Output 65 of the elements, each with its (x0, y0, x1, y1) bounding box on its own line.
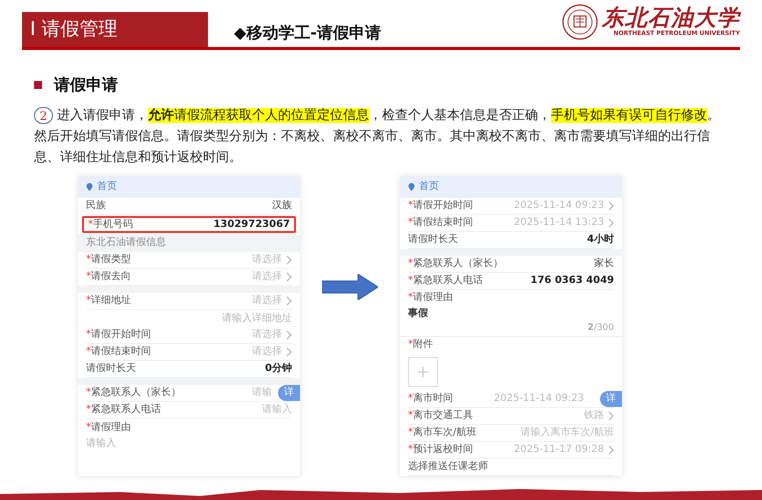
location-pin-icon (86, 183, 93, 191)
field-label: 民族 (86, 201, 106, 211)
field-placeholder[interactable]: 请选择 (252, 330, 282, 340)
field-placeholder[interactable]: 请选择 (252, 272, 282, 282)
chevron-right-icon (286, 296, 292, 306)
right-arrow-icon (322, 274, 378, 300)
field-placeholder[interactable]: 请选择 (252, 296, 282, 306)
field-placeholder[interactable]: 请输 (252, 388, 272, 398)
square-bullet-icon (34, 81, 42, 89)
section-label: 东北石油请假信息 (86, 238, 166, 248)
university-name: 东北石油大学 (602, 7, 740, 29)
floating-detail-button[interactable]: 详 (600, 391, 622, 407)
nav-title[interactable]: 首页 (419, 182, 439, 192)
instruction-paragraph: 2 进入请假申请，允许请假流程获取个人的位置定位信息，检查个人基本信息是否正确，手机号如果有误可自行修改。然后开始填写请假信息。请假类型分别为：不离校、离校不离市、离市。其中离校不离市、离市需要填写详细的出行信息、详细住址信息和预计返校时间。 (34, 106, 721, 167)
field-label: *请假理由 (408, 293, 453, 304)
field-placeholder[interactable]: 2025-11-14 13:23 (514, 218, 604, 228)
field-value: 家长 (594, 258, 614, 269)
input-field[interactable]: 请输入详细地址 (222, 314, 292, 324)
nav-title[interactable]: 首页 (97, 182, 117, 192)
field-value: 4小时 (587, 235, 614, 245)
field-value: 176 0363 4049 (530, 276, 614, 286)
field-value: 汉族 (272, 201, 292, 211)
field-placeholder[interactable]: 2025-11-17 09:28 (514, 445, 604, 455)
field-placeholder[interactable]: 请选择 (252, 255, 282, 265)
field-label: *紧急联系人（家长） (408, 258, 503, 269)
section-heading: 请假申请 (54, 77, 118, 93)
field-label: *紧急联系人（家长） (86, 388, 181, 398)
chevron-right-icon (608, 411, 614, 421)
field-placeholder[interactable]: 铁路 (584, 411, 604, 421)
field-label: *请假理由 (86, 422, 131, 432)
reason-text[interactable]: 事假 (408, 309, 428, 320)
floating-detail-button[interactable]: 详 (278, 385, 300, 401)
field-label: *请假类型 (86, 255, 131, 265)
field-placeholder[interactable]: 请输入离市车次/航班 (520, 428, 614, 438)
field-placeholder[interactable]: 请输入 (262, 405, 292, 415)
field-value: 0分钟 (265, 364, 292, 374)
field-label: *紧急联系人电话 (86, 405, 161, 415)
university-emblem-icon (562, 4, 598, 40)
field-label: *紧急联系人电话 (408, 276, 483, 286)
subtitle: ◆移动学工-请假申请 (234, 25, 381, 41)
field-label: *离市交通工具 (408, 411, 473, 421)
upload-box[interactable]: + (408, 357, 438, 388)
field-label: *预计返校时间 (408, 445, 473, 455)
field-label: *附件 (408, 340, 433, 350)
field-label: *请假结束时间 (408, 218, 473, 228)
character-counter: 2/300 (588, 324, 614, 334)
field-label: 请假时长天 (86, 364, 136, 374)
field-label: *详细地址 (86, 296, 131, 306)
field-placeholder[interactable]: 2025-11-14 09:23 (514, 201, 604, 211)
field-placeholder[interactable]: 请选择 (252, 347, 282, 357)
location-pin-icon (408, 183, 415, 191)
field-placeholder[interactable]: 2025-11-14 09:23 (494, 394, 584, 404)
title-banner: I 请假管理 (22, 12, 208, 47)
reason-placeholder[interactable]: 请输入 (86, 438, 116, 448)
field-label: *请假开始时间 (86, 330, 151, 340)
field-label: *离市车次/航班 (408, 428, 476, 438)
field-label: *离市时间 (408, 394, 453, 404)
field-label: *请假去向 (86, 272, 131, 282)
field-label: 请假时长天 (408, 235, 458, 245)
field-label: 选择推送任课老师 (408, 462, 488, 472)
field-value: 13029723067 (213, 220, 290, 230)
field-label: *请假结束时间 (86, 347, 151, 357)
field-label: *手机号码 (88, 220, 133, 230)
chevron-right-icon (608, 445, 614, 455)
field-label: *请假开始时间 (408, 201, 473, 211)
